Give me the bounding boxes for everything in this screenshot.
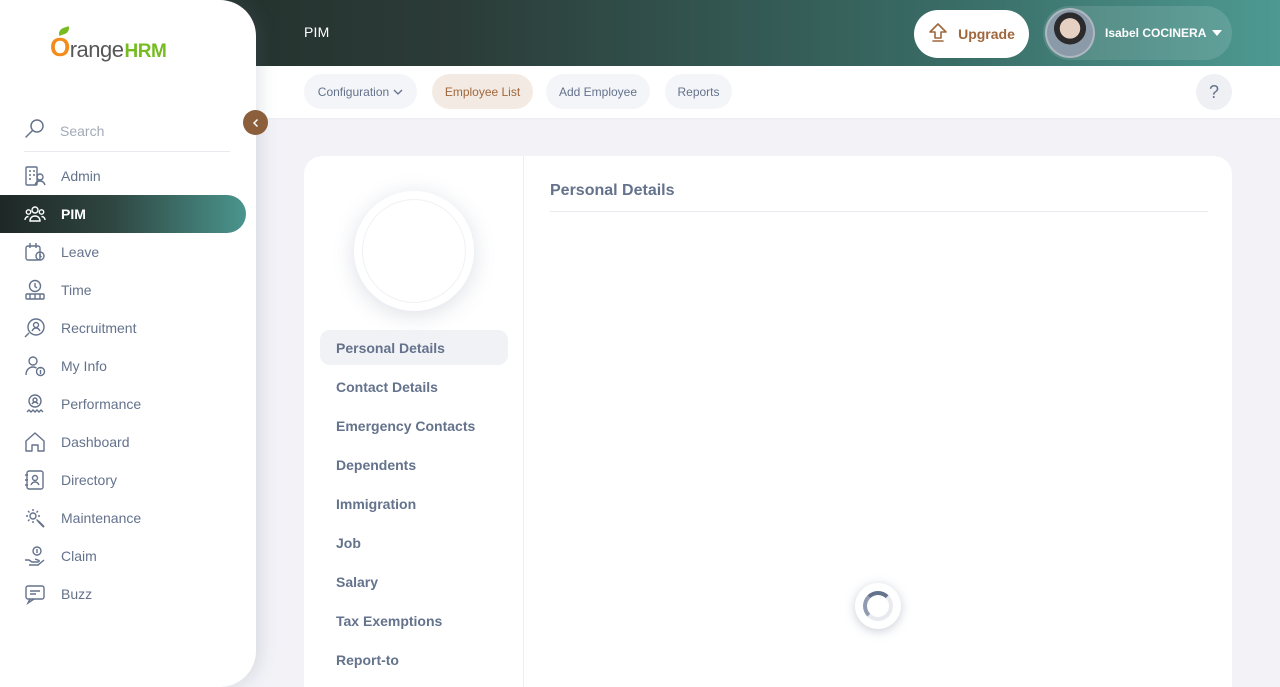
employee-profile-card: Personal Details Contact Details Emergen… (304, 156, 1232, 687)
tab-reports[interactable]: Reports (665, 74, 732, 109)
directory-icon (24, 469, 46, 491)
sidebar-item-performance[interactable]: Performance (0, 385, 246, 423)
upgrade-arrow-icon (928, 22, 948, 47)
tab-tax-exemptions[interactable]: Tax Exemptions (320, 603, 508, 638)
my-info-icon (24, 355, 46, 377)
sidebar-item-buzz[interactable]: Buzz (0, 575, 246, 613)
sidebar-item-label: Claim (61, 548, 97, 564)
maintenance-icon (24, 507, 46, 529)
search-box (24, 110, 230, 152)
profile-tabs: Personal Details Contact Details Emergen… (320, 330, 508, 681)
logo-suffix: HRM (124, 41, 167, 62)
profile-picture[interactable] (354, 191, 474, 311)
page-title: PIM (304, 24, 330, 40)
chevron-down-icon (393, 88, 403, 96)
time-icon (24, 279, 46, 301)
section-title: Personal Details (550, 182, 1208, 212)
dashboard-icon (24, 431, 46, 453)
tab-report-to[interactable]: Report-to (320, 642, 508, 677)
chevron-left-icon (251, 115, 261, 131)
sidebar-item-label: Maintenance (61, 510, 142, 526)
performance-icon (24, 393, 46, 415)
buzz-icon (24, 583, 46, 605)
sidebar-item-label: Performance (61, 396, 142, 412)
tab-job[interactable]: Job (320, 525, 508, 560)
sidebar-item-dashboard[interactable]: Dashboard (0, 423, 246, 461)
sidebar-item-label: Buzz (61, 586, 93, 602)
sidebar-item-label: Recruitment (61, 320, 137, 336)
sidebar-item-label: Directory (61, 472, 118, 488)
sidebar-item-time[interactable]: Time (0, 271, 246, 309)
user-name: Isabel COCINERA (1105, 26, 1207, 40)
help-button[interactable]: ? (1196, 74, 1232, 110)
sidebar-item-label: My Info (61, 358, 107, 374)
leave-icon (24, 241, 46, 263)
orangehrm-logo: Orange HRM (50, 26, 167, 63)
tab-personal-details[interactable]: Personal Details (320, 330, 508, 365)
sidebar-item-leave[interactable]: Leave (0, 233, 246, 271)
collapse-sidebar-button[interactable] (243, 110, 268, 135)
configuration-label: Configuration (317, 84, 390, 99)
tab-emergency-contacts[interactable]: Emergency Contacts (320, 408, 508, 443)
profile-sidebar: Personal Details Contact Details Emergen… (304, 156, 524, 687)
tab-add-employee[interactable]: Add Employee (546, 74, 650, 109)
sidebar-item-maintenance[interactable]: Maintenance (0, 499, 246, 537)
upgrade-label: Upgrade (958, 26, 1015, 42)
sidebar-item-label: Admin (61, 168, 101, 184)
admin-icon (24, 165, 46, 187)
sidebar-item-label: PIM (61, 206, 86, 222)
upgrade-button[interactable]: Upgrade (914, 10, 1029, 58)
sidebar-item-directory[interactable]: Directory (0, 461, 246, 499)
tab-contact-details[interactable]: Contact Details (320, 369, 508, 404)
tab-employee-list[interactable]: Employee List (432, 74, 533, 109)
recruitment-icon (24, 317, 46, 339)
loading-spinner (855, 583, 901, 629)
sidebar-item-label: Dashboard (61, 434, 130, 450)
sidebar-item-label: Time (61, 282, 92, 298)
sidebar-item-label: Leave (61, 244, 100, 260)
tab-configuration[interactable]: Configuration (304, 74, 417, 109)
tab-salary[interactable]: Salary (320, 564, 508, 599)
search-icon (24, 117, 46, 144)
avatar (1045, 8, 1095, 58)
user-menu[interactable]: Isabel COCINERA (1043, 6, 1232, 60)
sub-navigation: Configuration Employee List Add Employee… (256, 66, 1280, 118)
profile-content: Personal Details (550, 182, 1208, 212)
caret-down-icon (1212, 30, 1223, 36)
sidebar-item-my-info[interactable]: My Info (0, 347, 246, 385)
sidebar-item-recruitment[interactable]: Recruitment (0, 309, 246, 347)
claim-icon (24, 545, 46, 567)
tab-immigration[interactable]: Immigration (320, 486, 508, 521)
logo-brand: range (69, 37, 124, 62)
pim-icon (24, 203, 46, 225)
sidebar-item-claim[interactable]: Claim (0, 537, 246, 575)
sidebar: OrangeHRM Admin PIM Leave Time Recruitme (0, 0, 256, 687)
sidebar-item-pim[interactable]: PIM (0, 195, 246, 233)
main-menu: Admin PIM Leave Time Recruitment My Info… (0, 157, 256, 613)
sidebar-item-admin[interactable]: Admin (0, 157, 246, 195)
search-input[interactable] (60, 122, 210, 139)
tab-dependents[interactable]: Dependents (320, 447, 508, 482)
